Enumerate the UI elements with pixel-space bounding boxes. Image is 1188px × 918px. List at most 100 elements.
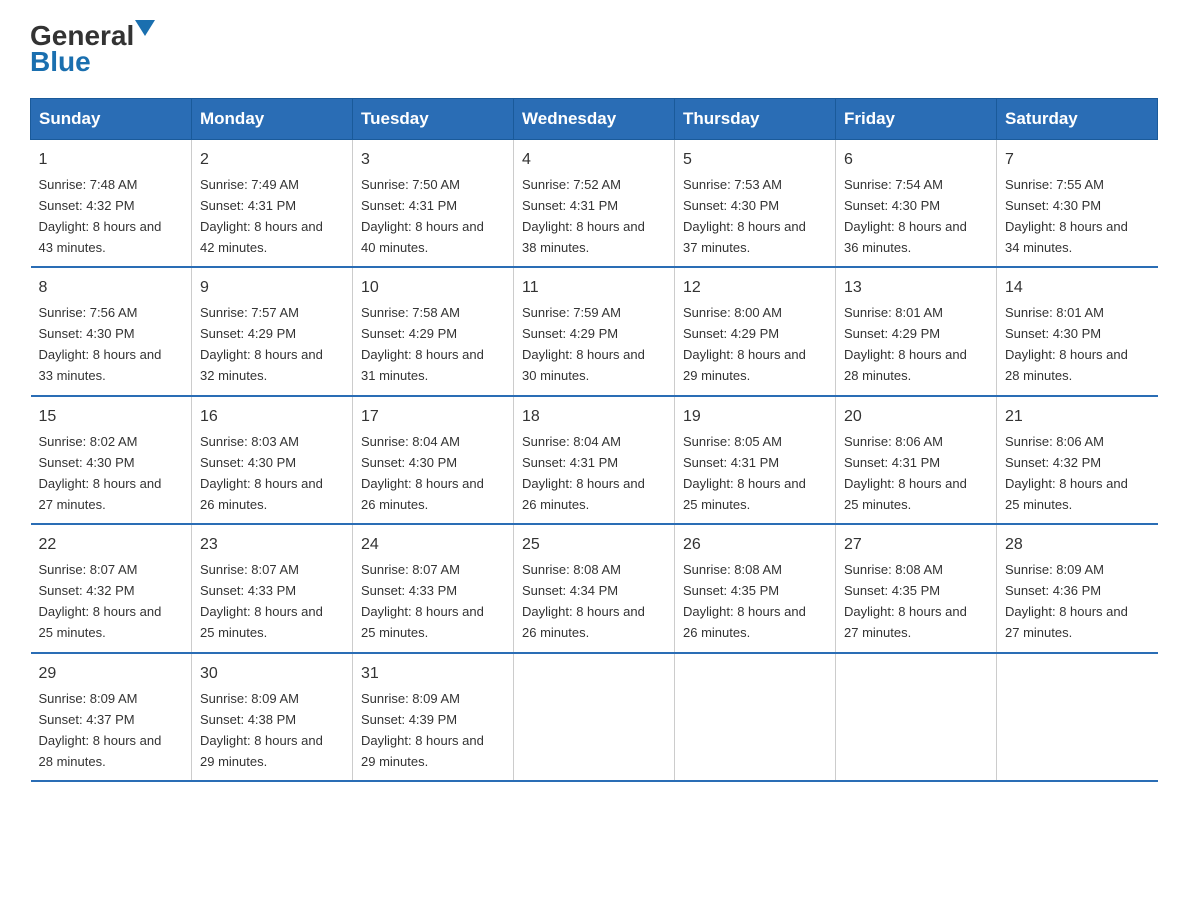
cell-week4-day0: 22 Sunrise: 8:07 AMSunset: 4:32 PMDayligh… <box>31 524 192 652</box>
cell-week2-day3: 11 Sunrise: 7:59 AMSunset: 4:29 PMDayligh… <box>514 267 675 395</box>
cell-week4-day1: 23 Sunrise: 8:07 AMSunset: 4:33 PMDayligh… <box>192 524 353 652</box>
day-number: 1 <box>39 148 184 173</box>
cell-week5-day3 <box>514 653 675 781</box>
day-info: Sunrise: 8:04 AMSunset: 4:31 PMDaylight:… <box>522 434 645 512</box>
header-thursday: Thursday <box>675 99 836 140</box>
day-number: 19 <box>683 405 827 430</box>
cell-week1-day0: 1 Sunrise: 7:48 AMSunset: 4:32 PMDaylight… <box>31 140 192 268</box>
week-row-4: 22 Sunrise: 8:07 AMSunset: 4:32 PMDayligh… <box>31 524 1158 652</box>
cell-week1-day6: 7 Sunrise: 7:55 AMSunset: 4:30 PMDaylight… <box>997 140 1158 268</box>
day-info: Sunrise: 8:08 AMSunset: 4:35 PMDaylight:… <box>683 562 806 640</box>
day-number: 5 <box>683 148 827 173</box>
day-info: Sunrise: 8:07 AMSunset: 4:32 PMDaylight:… <box>39 562 162 640</box>
cell-week2-day0: 8Sunrise: 7:56 AMSunset: 4:30 PMDaylight… <box>31 267 192 395</box>
day-number: 23 <box>200 533 344 558</box>
day-info: Sunrise: 7:55 AMSunset: 4:30 PMDaylight:… <box>1005 177 1128 255</box>
day-number: 27 <box>844 533 988 558</box>
day-info: Sunrise: 7:54 AMSunset: 4:30 PMDaylight:… <box>844 177 967 255</box>
day-info: Sunrise: 8:06 AMSunset: 4:31 PMDaylight:… <box>844 434 967 512</box>
day-number: 20 <box>844 405 988 430</box>
header-monday: Monday <box>192 99 353 140</box>
day-number: 25 <box>522 533 666 558</box>
cell-week3-day4: 19 Sunrise: 8:05 AMSunset: 4:31 PMDayligh… <box>675 396 836 524</box>
day-info: Sunrise: 8:07 AMSunset: 4:33 PMDaylight:… <box>200 562 323 640</box>
day-info: Sunrise: 8:09 AMSunset: 4:39 PMDaylight:… <box>361 691 484 769</box>
day-number: 16 <box>200 405 344 430</box>
day-info: Sunrise: 8:09 AMSunset: 4:36 PMDaylight:… <box>1005 562 1128 640</box>
week-row-3: 15 Sunrise: 8:02 AMSunset: 4:30 PMDayligh… <box>31 396 1158 524</box>
cell-week4-day5: 27 Sunrise: 8:08 AMSunset: 4:35 PMDayligh… <box>836 524 997 652</box>
day-info: Sunrise: 7:53 AMSunset: 4:30 PMDaylight:… <box>683 177 806 255</box>
cell-week1-day3: 4 Sunrise: 7:52 AMSunset: 4:31 PMDaylight… <box>514 140 675 268</box>
header-tuesday: Tuesday <box>353 99 514 140</box>
day-info: Sunrise: 7:59 AMSunset: 4:29 PMDaylight:… <box>522 305 645 383</box>
week-row-5: 29Sunrise: 8:09 AMSunset: 4:37 PMDayligh… <box>31 653 1158 781</box>
header-wednesday: Wednesday <box>514 99 675 140</box>
day-number: 8 <box>39 276 184 301</box>
day-info: Sunrise: 8:06 AMSunset: 4:32 PMDaylight:… <box>1005 434 1128 512</box>
cell-week1-day5: 6 Sunrise: 7:54 AMSunset: 4:30 PMDaylight… <box>836 140 997 268</box>
calendar-table: SundayMondayTuesdayWednesdayThursdayFrid… <box>30 98 1158 782</box>
cell-week3-day6: 21 Sunrise: 8:06 AMSunset: 4:32 PMDayligh… <box>997 396 1158 524</box>
day-number: 10 <box>361 276 505 301</box>
header-saturday: Saturday <box>997 99 1158 140</box>
cell-week2-day6: 14 Sunrise: 8:01 AMSunset: 4:30 PMDayligh… <box>997 267 1158 395</box>
day-info: Sunrise: 8:08 AMSunset: 4:35 PMDaylight:… <box>844 562 967 640</box>
cell-week3-day1: 16Sunrise: 8:03 AMSunset: 4:30 PMDayligh… <box>192 396 353 524</box>
page-header: General Blue <box>30 20 1158 78</box>
day-number: 7 <box>1005 148 1150 173</box>
day-info: Sunrise: 8:01 AMSunset: 4:29 PMDaylight:… <box>844 305 967 383</box>
cell-week3-day5: 20 Sunrise: 8:06 AMSunset: 4:31 PMDayligh… <box>836 396 997 524</box>
day-info: Sunrise: 8:07 AMSunset: 4:33 PMDaylight:… <box>361 562 484 640</box>
day-number: 31 <box>361 662 505 687</box>
cell-week3-day0: 15 Sunrise: 8:02 AMSunset: 4:30 PMDayligh… <box>31 396 192 524</box>
day-info: Sunrise: 8:02 AMSunset: 4:30 PMDaylight:… <box>39 434 162 512</box>
cell-week5-day5 <box>836 653 997 781</box>
week-row-2: 8Sunrise: 7:56 AMSunset: 4:30 PMDaylight… <box>31 267 1158 395</box>
day-number: 13 <box>844 276 988 301</box>
day-info: Sunrise: 7:49 AMSunset: 4:31 PMDaylight:… <box>200 177 323 255</box>
week-row-1: 1 Sunrise: 7:48 AMSunset: 4:32 PMDaylight… <box>31 140 1158 268</box>
day-info: Sunrise: 8:08 AMSunset: 4:34 PMDaylight:… <box>522 562 645 640</box>
day-info: Sunrise: 7:58 AMSunset: 4:29 PMDaylight:… <box>361 305 484 383</box>
day-number: 2 <box>200 148 344 173</box>
day-info: Sunrise: 7:52 AMSunset: 4:31 PMDaylight:… <box>522 177 645 255</box>
cell-week2-day1: 9Sunrise: 7:57 AMSunset: 4:29 PMDaylight… <box>192 267 353 395</box>
day-number: 30 <box>200 662 344 687</box>
day-number: 14 <box>1005 276 1150 301</box>
day-info: Sunrise: 8:04 AMSunset: 4:30 PMDaylight:… <box>361 434 484 512</box>
day-number: 9 <box>200 276 344 301</box>
day-number: 24 <box>361 533 505 558</box>
logo-triangle-icon <box>135 20 163 48</box>
logo-blue-text: Blue <box>30 46 91 77</box>
cell-week1-day4: 5 Sunrise: 7:53 AMSunset: 4:30 PMDaylight… <box>675 140 836 268</box>
day-info: Sunrise: 8:05 AMSunset: 4:31 PMDaylight:… <box>683 434 806 512</box>
day-number: 15 <box>39 405 184 430</box>
cell-week4-day6: 28 Sunrise: 8:09 AMSunset: 4:36 PMDayligh… <box>997 524 1158 652</box>
day-number: 4 <box>522 148 666 173</box>
day-number: 18 <box>522 405 666 430</box>
day-number: 26 <box>683 533 827 558</box>
day-number: 11 <box>522 276 666 301</box>
cell-week1-day1: 2 Sunrise: 7:49 AMSunset: 4:31 PMDaylight… <box>192 140 353 268</box>
cell-week5-day4 <box>675 653 836 781</box>
day-info: Sunrise: 8:09 AMSunset: 4:38 PMDaylight:… <box>200 691 323 769</box>
day-number: 28 <box>1005 533 1150 558</box>
cell-week2-day4: 12Sunrise: 8:00 AMSunset: 4:29 PMDayligh… <box>675 267 836 395</box>
day-info: Sunrise: 8:01 AMSunset: 4:30 PMDaylight:… <box>1005 305 1128 383</box>
day-number: 6 <box>844 148 988 173</box>
cell-week4-day2: 24 Sunrise: 8:07 AMSunset: 4:33 PMDayligh… <box>353 524 514 652</box>
day-info: Sunrise: 7:48 AMSunset: 4:32 PMDaylight:… <box>39 177 162 255</box>
cell-week2-day5: 13 Sunrise: 8:01 AMSunset: 4:29 PMDayligh… <box>836 267 997 395</box>
cell-week5-day2: 31 Sunrise: 8:09 AMSunset: 4:39 PMDayligh… <box>353 653 514 781</box>
weekday-header-row: SundayMondayTuesdayWednesdayThursdayFrid… <box>31 99 1158 140</box>
cell-week3-day3: 18 Sunrise: 8:04 AMSunset: 4:31 PMDayligh… <box>514 396 675 524</box>
cell-week2-day2: 10 Sunrise: 7:58 AMSunset: 4:29 PMDayligh… <box>353 267 514 395</box>
day-info: Sunrise: 7:50 AMSunset: 4:31 PMDaylight:… <box>361 177 484 255</box>
cell-week5-day1: 30 Sunrise: 8:09 AMSunset: 4:38 PMDayligh… <box>192 653 353 781</box>
day-number: 22 <box>39 533 184 558</box>
header-sunday: Sunday <box>31 99 192 140</box>
day-info: Sunrise: 8:00 AMSunset: 4:29 PMDaylight:… <box>683 305 806 383</box>
cell-week4-day4: 26 Sunrise: 8:08 AMSunset: 4:35 PMDayligh… <box>675 524 836 652</box>
day-number: 21 <box>1005 405 1150 430</box>
